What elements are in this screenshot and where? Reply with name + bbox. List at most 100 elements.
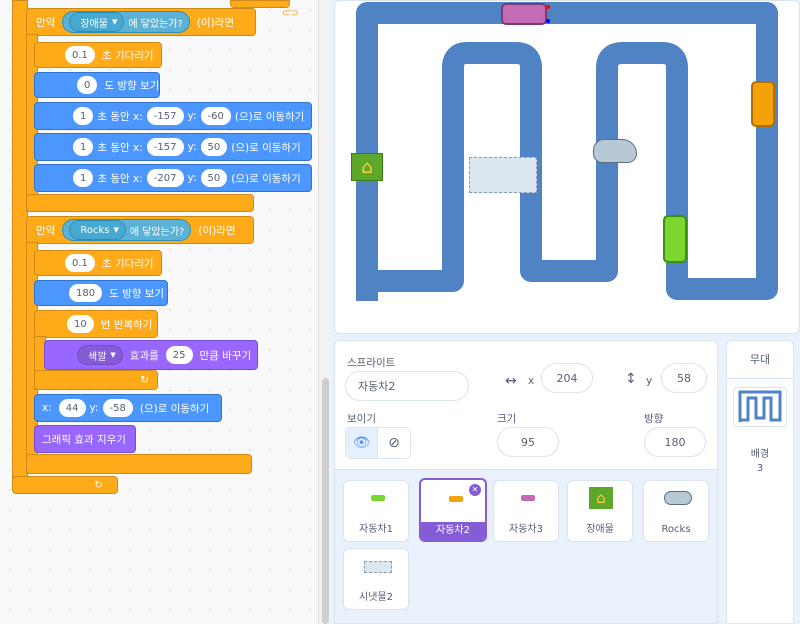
change-effect-block[interactable]: 색깔 ▼ 효과를 25 만큼 바꾸기	[44, 340, 258, 370]
sprite-tile-stream2[interactable]: 시냇물2	[343, 548, 409, 610]
sprite-name-input[interactable]: 자동차2	[345, 371, 469, 401]
top-stub[interactable]	[230, 0, 290, 8]
chevron-down-icon: ▼	[111, 18, 118, 26]
if-block-2[interactable]: 만약 Rocks ▼ 에 닿았는가? (이)라면	[26, 216, 254, 244]
x-label: x	[528, 375, 535, 387]
effect-dropdown[interactable]: 색깔 ▼	[77, 345, 123, 365]
glide-y-input-2[interactable]: 50	[200, 138, 228, 156]
loop-arrow-icon: ↻	[140, 374, 149, 386]
goto-y-input[interactable]: -58	[102, 399, 133, 417]
glide-block-3[interactable]: 1 초 동안 x: -207 y: 50 (으)로 이동하기	[34, 164, 312, 192]
glide-block-1[interactable]: 1 초 동안 x: -157 y: -60 (으)로 이동하기	[34, 102, 312, 130]
rocks-thumbnail-icon	[664, 491, 692, 505]
size-label: 크기	[497, 413, 517, 425]
wait-seconds-input-1[interactable]: 0.1	[65, 46, 95, 64]
direction-input-1[interactable]: 0	[77, 76, 98, 94]
sprite-label: 스프라이트	[347, 357, 396, 369]
car-thumbnail-icon	[521, 495, 535, 501]
sprite-list: 자동차1 ✕ 자동차2 자동차3 ⌂ 장애물 Rocks 시냇물2	[334, 470, 718, 624]
car-thumbnail-icon	[371, 495, 385, 501]
glide-x-input-2[interactable]: -157	[146, 138, 184, 156]
code-area[interactable]: ↻ ⊂⊃ 만약 장애물 ▼ 에 닿았는가? (이)라면 0.1 초 기다리기 0 …	[0, 0, 318, 624]
glide-y-input-3[interactable]: 50	[200, 169, 228, 187]
touching-target-dropdown-2[interactable]: Rocks ▼	[69, 220, 126, 240]
if-block-1-foot[interactable]	[26, 194, 254, 212]
show-label: 보이기	[347, 413, 376, 425]
x-arrows-icon: ↔	[505, 373, 517, 389]
car-green-sprite[interactable]	[663, 215, 687, 263]
wait-block-1[interactable]: 0.1 초 기다리기	[34, 42, 162, 68]
effect-amount-input[interactable]: 25	[165, 346, 193, 364]
stream-sprite[interactable]	[469, 157, 537, 193]
delete-sprite-icon[interactable]: ✕	[469, 484, 481, 496]
car-pink-sprite[interactable]	[501, 3, 547, 25]
backdrop-count: 3	[756, 463, 764, 474]
eye-hidden-button[interactable]: ⊘	[378, 428, 410, 458]
stage-selector-panel[interactable]: 무대 배경 3	[726, 340, 794, 624]
glide-secs-input-3[interactable]: 1	[73, 169, 94, 187]
backdrop-label: 배경	[750, 449, 770, 460]
glide-block-2[interactable]: 1 초 동안 x: -157 y: 50 (으)로 이동하기	[34, 133, 312, 161]
glide-secs-input-1[interactable]: 1	[73, 107, 94, 125]
stage-canvas[interactable]: ⌂	[334, 0, 800, 334]
y-label: y	[646, 375, 653, 387]
if-label: 만약	[36, 224, 56, 237]
goto-xy-block[interactable]: x: 44 y: -58 (으)로 이동하기	[34, 394, 222, 422]
wait-block-2[interactable]: 0.1 초 기다리기	[34, 250, 162, 276]
if-label: 만약	[36, 16, 56, 29]
glide-secs-input-2[interactable]: 1	[73, 138, 94, 156]
headlight-icon	[546, 19, 550, 23]
sprite-info-panel: 스프라이트 자동차2 ↔ x 204 ↕ y 58 보이기 👁 ⊘ 크기 95 …	[334, 340, 718, 470]
outer-loop-foot[interactable]: ↻	[12, 476, 118, 494]
small-car-icon: ⊂⊃	[282, 8, 299, 19]
x-position-input[interactable]: 204	[541, 363, 593, 393]
goto-x-input[interactable]: 44	[58, 399, 86, 417]
track-path	[356, 2, 778, 301]
then-label: (이)라면	[198, 224, 236, 237]
sprite-tile-car1[interactable]: 자동차1	[343, 480, 409, 542]
track-thumbnail-icon	[738, 390, 782, 422]
house-obstacle-sprite[interactable]: ⌂	[351, 153, 383, 181]
chevron-down-icon: ▼	[113, 226, 119, 234]
car-thumbnail-icon	[449, 496, 463, 502]
clear-effects-block[interactable]: 그래픽 효과 지우기	[34, 425, 136, 453]
sprite-tile-rocks[interactable]: Rocks	[643, 480, 709, 542]
loop-arrow-icon: ↻	[94, 479, 103, 491]
rocks-sprite[interactable]	[593, 139, 637, 163]
show-toggle[interactable]: 👁 ⊘	[345, 427, 411, 459]
sprite-tile-car2[interactable]: ✕ 자동차2	[419, 478, 487, 542]
scrollbar-thumb[interactable]	[322, 378, 329, 624]
touching-condition-1[interactable]: 장애물 ▼ 에 닿았는가?	[62, 11, 190, 33]
sprite-tile-car3[interactable]: 자동차3	[493, 480, 559, 542]
then-label: (이)라면	[196, 16, 235, 29]
house-icon: ⌂	[361, 156, 373, 178]
eye-visible-button[interactable]: 👁	[346, 428, 379, 458]
wait-seconds-input-2[interactable]: 0.1	[65, 254, 95, 272]
headlight-icon	[546, 5, 550, 9]
stream-thumbnail-icon	[364, 561, 392, 573]
if-block-2-foot[interactable]	[26, 454, 252, 474]
glide-x-input-1[interactable]: -157	[146, 107, 184, 125]
car-orange-sprite[interactable]	[751, 81, 775, 127]
if-block-1[interactable]: 만약 장애물 ▼ 에 닿았는가? (이)라면	[26, 8, 256, 36]
direction-input[interactable]: 180	[644, 427, 706, 457]
repeat-foot[interactable]: ↻	[34, 370, 158, 390]
race-track	[356, 2, 778, 301]
size-input[interactable]: 95	[497, 427, 559, 457]
glide-y-input-1[interactable]: -60	[200, 107, 231, 125]
touching-condition-2[interactable]: Rocks ▼ 에 닿았는가?	[62, 219, 192, 241]
touching-target-dropdown-1[interactable]: 장애물 ▼	[69, 12, 125, 32]
point-direction-block-2[interactable]: 180 도 방향 보기	[34, 280, 168, 306]
direction-input-2[interactable]: 180	[69, 284, 103, 302]
point-direction-block-1[interactable]: 0 도 방향 보기	[34, 72, 160, 98]
backdrop-thumbnail[interactable]	[733, 387, 787, 427]
direction-label: 방향	[644, 413, 664, 425]
repeat-block[interactable]: 10 번 반복하기	[34, 310, 158, 338]
stage-title: 무대	[727, 341, 793, 379]
sprite-tile-obstacle[interactable]: ⌂ 장애물	[567, 480, 633, 542]
glide-x-input-3[interactable]: -207	[146, 169, 184, 187]
repeat-count-input[interactable]: 10	[67, 315, 94, 333]
chevron-down-icon: ▼	[110, 351, 116, 359]
code-scrollbar[interactable]	[318, 0, 332, 624]
y-position-input[interactable]: 58	[661, 363, 707, 393]
